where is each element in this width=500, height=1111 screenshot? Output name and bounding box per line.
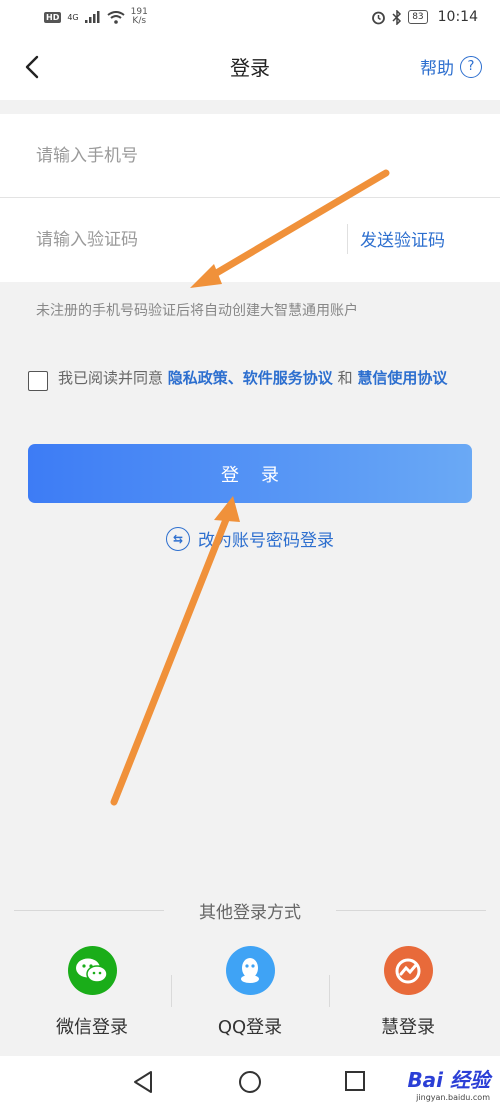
huixin-agreement-link[interactable]: 慧信使用协议 <box>357 369 447 387</box>
battery-indicator: 83 <box>408 10 428 24</box>
agreement-checkbox[interactable] <box>28 371 48 391</box>
divider-right <box>336 910 486 911</box>
signal-icon <box>84 11 100 23</box>
alarm-icon <box>372 11 386 24</box>
status-left: HD 4G 191 K/s <box>44 8 148 26</box>
wifi-icon <box>107 10 125 24</box>
qq-login-label: QQ登录 <box>217 1017 283 1038</box>
hui-login-button[interactable]: 慧登录 <box>325 946 491 1039</box>
watermark: Bai 经验 jingyan.baidu.com <box>407 1064 490 1102</box>
login-form: 发送验证码 <box>0 114 500 282</box>
qq-icon <box>225 946 275 995</box>
hui-icon <box>383 946 433 995</box>
login-button[interactable]: 登录 <box>28 444 472 503</box>
hui-login-label: 慧登录 <box>381 1017 435 1038</box>
send-code-button[interactable]: 发送验证码 <box>360 226 445 251</box>
bluetooth-icon <box>392 9 402 25</box>
clock: 10:14 <box>437 9 478 25</box>
watermark-url: jingyan.baidu.com <box>416 1093 490 1102</box>
phone-field-row <box>0 114 500 198</box>
network-type: 4G <box>67 12 79 22</box>
qq-login-button[interactable]: QQ登录 <box>167 946 333 1039</box>
status-bar: HD 4G 191 K/s 83 10:14 <box>0 0 500 34</box>
agreement-row: 我已阅读并同意 隐私政策、软件服务协议 和 慧信使用协议 <box>28 366 473 391</box>
wechat-login-label: 微信登录 <box>56 1017 128 1038</box>
watermark-logo: Bai 经验 <box>407 1068 490 1092</box>
arrow-to-login <box>110 508 233 806</box>
privacy-policy-link[interactable]: 隐私政策、软件服务协议 <box>168 369 333 387</box>
network-speed: 191 K/s <box>131 8 148 26</box>
divider <box>347 224 348 254</box>
agreement-prefix: 我已阅读并同意 <box>58 369 168 387</box>
verification-code-input[interactable] <box>36 220 326 260</box>
network-speed-unit: K/s <box>132 16 147 26</box>
switch-icon: ⇆ <box>166 526 190 551</box>
switch-to-password-login[interactable]: ⇆ 改为账号密码登录 <box>0 526 500 551</box>
agreement-connector: 和 <box>332 369 358 387</box>
help-label: 帮助 <box>420 59 454 79</box>
recents-square-icon[interactable] <box>344 1070 366 1092</box>
help-button[interactable]: 帮助 ? <box>420 54 482 79</box>
header: 登录 帮助 ? <box>0 34 500 100</box>
back-triangle-icon[interactable] <box>132 1070 154 1094</box>
agreement-text: 我已阅读并同意 隐私政策、软件服务协议 和 慧信使用协议 <box>58 366 447 391</box>
home-circle-icon[interactable] <box>238 1070 262 1094</box>
system-nav-bar: Bai 经验 jingyan.baidu.com <box>0 1056 500 1111</box>
code-field-row: 发送验证码 <box>0 198 500 282</box>
wechat-login-button[interactable]: 微信登录 <box>9 946 175 1039</box>
wechat-icon <box>67 946 117 995</box>
register-hint: 未注册的手机号码验证后将自动创建大智慧通用账户 <box>36 303 358 319</box>
status-right: 83 10:14 <box>371 9 478 25</box>
switch-login-label: 改为账号密码登录 <box>198 531 334 551</box>
hd-badge: HD <box>44 11 62 23</box>
phone-input[interactable] <box>36 136 326 176</box>
question-circle-icon: ? <box>460 55 482 78</box>
